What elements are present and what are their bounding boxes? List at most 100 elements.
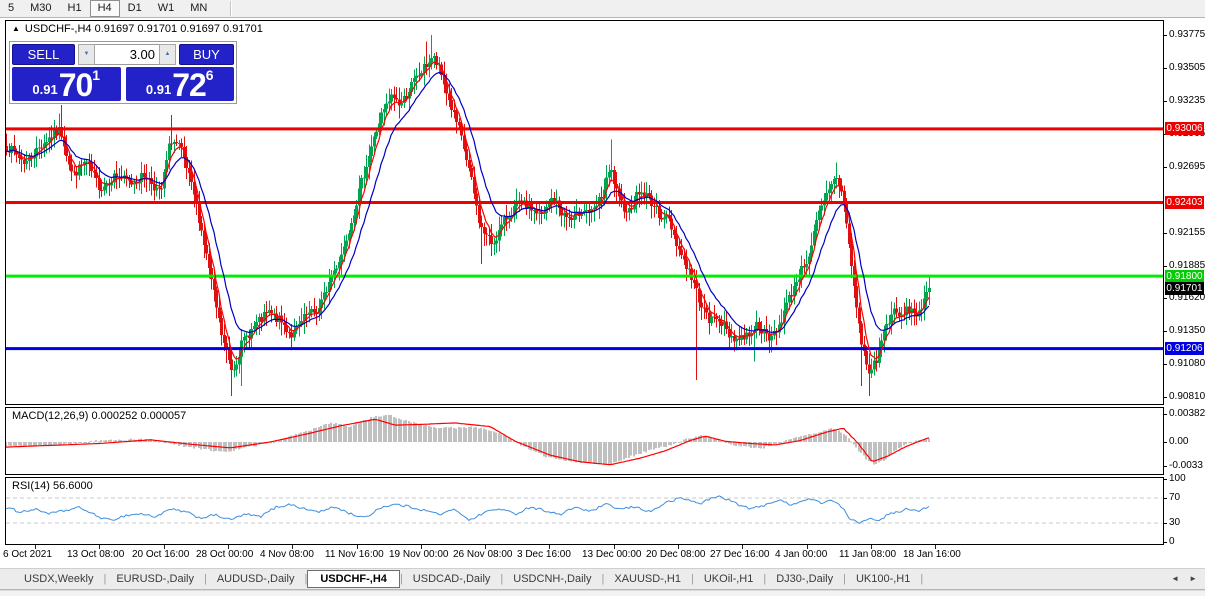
chart-tab-dj30[interactable]: DJ30-,Daily (766, 571, 843, 587)
price-tick-mark (1163, 266, 1167, 267)
price-tick-label: 0.93505 (1169, 62, 1205, 73)
date-tick-mark (935, 545, 936, 549)
timeframe-toolbar: 5M30H1H4D1W1MN (0, 0, 1205, 18)
chart-tab-ukoil[interactable]: UKOil-,H1 (694, 571, 764, 587)
price-tick-mark (1163, 35, 1167, 36)
volume-decrease-button[interactable]: ▼ (78, 44, 95, 65)
price-level-badge: 0.91701 (1165, 282, 1204, 295)
tab-separator: | (920, 573, 923, 585)
price-tick-mark (1163, 331, 1167, 332)
date-tick-mark (421, 545, 422, 549)
price-tick-mark (1163, 298, 1167, 299)
macd-label: MACD(12,26,9) 0.000252 0.000057 (12, 410, 186, 422)
chart-title-text: USDCHF-,H4 0.91697 0.91701 0.91697 0.917… (25, 23, 263, 35)
rsi-tick-mark (1163, 542, 1167, 543)
chart-tab-uk100[interactable]: UK100-,H1 (846, 571, 920, 587)
buy-price-display[interactable]: 0.91726 (126, 67, 235, 101)
chart-tab-eurusd[interactable]: EURUSD-,Daily (106, 571, 204, 587)
sell-price-display[interactable]: 0.91701 (12, 67, 121, 101)
date-tick-mark (742, 545, 743, 549)
rsi-tick-label: 70 (1169, 492, 1180, 503)
date-tick-label: 6 Oct 2021 (3, 549, 52, 560)
tabs-scroll-left-icon[interactable]: ◄ (1171, 574, 1179, 583)
chart-tab-xauusd[interactable]: XAUUSD-,H1 (604, 571, 691, 587)
chart-title: ▲ USDCHF-,H4 0.91697 0.91701 0.91697 0.91… (12, 23, 263, 35)
timeframe-button-mn[interactable]: MN (182, 0, 215, 17)
date-tick-label: 13 Oct 08:00 (67, 549, 124, 560)
chart-tab-usdcad[interactable]: USDCAD-,Daily (403, 571, 501, 587)
date-tick-label: 13 Dec 00:00 (582, 549, 642, 560)
timeframe-button-d1[interactable]: D1 (120, 0, 150, 17)
price-tick-label: 0.92155 (1169, 227, 1205, 238)
date-tick-label: 18 Jan 16:00 (903, 549, 961, 560)
price-tick-mark (1163, 233, 1167, 234)
status-strip (0, 590, 1205, 596)
date-tick-mark (228, 545, 229, 549)
down-arrow-icon: ▼ (84, 51, 90, 57)
buy-button[interactable]: BUY (179, 44, 234, 65)
price-tick-mark (1163, 167, 1167, 168)
timeframe-button-5[interactable]: 5 (0, 0, 22, 17)
rsi-tick-mark (1163, 479, 1167, 480)
date-tick-mark (678, 545, 679, 549)
timeframe-button-m30[interactable]: M30 (22, 0, 59, 17)
volume-increase-button[interactable]: ▲ (159, 44, 176, 65)
price-tick-mark (1163, 397, 1167, 398)
date-tick-label: 11 Nov 16:00 (325, 549, 384, 560)
date-tick-mark (357, 545, 358, 549)
date-tick-mark (871, 545, 872, 549)
price-tick-label: 0.91080 (1169, 358, 1205, 369)
chart-tab-audusd[interactable]: AUDUSD-,Daily (207, 571, 305, 587)
tabs-scroll-right-icon[interactable]: ► (1189, 574, 1197, 583)
rsi-panel-chart[interactable] (5, 477, 1164, 545)
date-tick-label: 4 Nov 08:00 (260, 549, 314, 560)
date-tick-label: 28 Oct 00:00 (196, 549, 253, 560)
timeframe-button-w1[interactable]: W1 (150, 0, 183, 17)
date-tick-mark (99, 545, 100, 549)
macd-tick-mark (1163, 414, 1167, 415)
sell-button[interactable]: SELL (12, 44, 75, 65)
time-axis[interactable]: 6 Oct 2021 13 Oct 08:00 20 Oct 16:00 28 Oct… (0, 545, 1205, 567)
macd-tick-label: -0.0033 (1169, 460, 1203, 471)
date-tick-mark (614, 545, 615, 549)
sell-price-base: 0.91 (32, 80, 57, 100)
price-tick-label: 0.90810 (1169, 391, 1205, 402)
chart-tab-usdchf[interactable]: USDCHF-,H4 (307, 570, 400, 588)
buy-price-base: 0.91 (146, 80, 171, 100)
price-tick-mark (1163, 101, 1167, 102)
price-tick-mark (1163, 364, 1167, 365)
date-tick-label: 3 Dec 16:00 (517, 549, 571, 560)
date-tick-label: 4 Jan 00:00 (775, 549, 827, 560)
chart-tab-usdcnh[interactable]: USDCNH-,Daily (503, 571, 601, 587)
date-tick-label: 26 Nov 08:00 (453, 549, 513, 560)
price-tick-mark (1163, 68, 1167, 69)
price-tick-label: 0.91350 (1169, 325, 1205, 336)
chart-tab-usdx[interactable]: USDX,Weekly (14, 571, 103, 587)
date-tick-label: 19 Nov 00:00 (389, 549, 449, 560)
volume-input[interactable] (95, 44, 159, 65)
macd-tick-label: 0.00 (1169, 436, 1188, 447)
rsi-tick-mark (1163, 523, 1167, 524)
chart-tabs: USDX,Weekly|EURUSD-,Daily|AUDUSD-,Daily|… (0, 568, 1205, 590)
date-tick-mark (807, 545, 808, 549)
timeframe-button-h4[interactable]: H4 (90, 0, 120, 17)
rsi-tick-label: 100 (1169, 473, 1186, 484)
date-tick-mark (164, 545, 165, 549)
date-tick-mark (485, 545, 486, 549)
buy-price-big: 72 (172, 70, 206, 100)
date-tick-label: 11 Jan 08:00 (839, 549, 896, 560)
price-tick-label: 0.93775 (1169, 29, 1205, 40)
macd-tick-mark (1163, 466, 1167, 467)
date-tick-mark (35, 545, 36, 549)
price-level-badge: 0.93006 (1165, 122, 1204, 135)
one-click-trading-panel: SELL ▼ ▲ BUY 0.91701 0.91726 (9, 41, 237, 104)
date-tick-label: 20 Oct 16:00 (132, 549, 189, 560)
macd-tick-mark (1163, 442, 1167, 443)
collapse-arrow-icon[interactable]: ▲ (12, 24, 20, 33)
sell-price-sup: 1 (92, 68, 100, 82)
macd-tick-label: 0.00382 (1169, 408, 1205, 419)
timeframe-button-h1[interactable]: H1 (60, 0, 90, 17)
price-tick-label: 0.92695 (1169, 161, 1205, 172)
volume-stepper: ▼ ▲ (78, 44, 176, 65)
toolbar-separator (230, 1, 232, 16)
